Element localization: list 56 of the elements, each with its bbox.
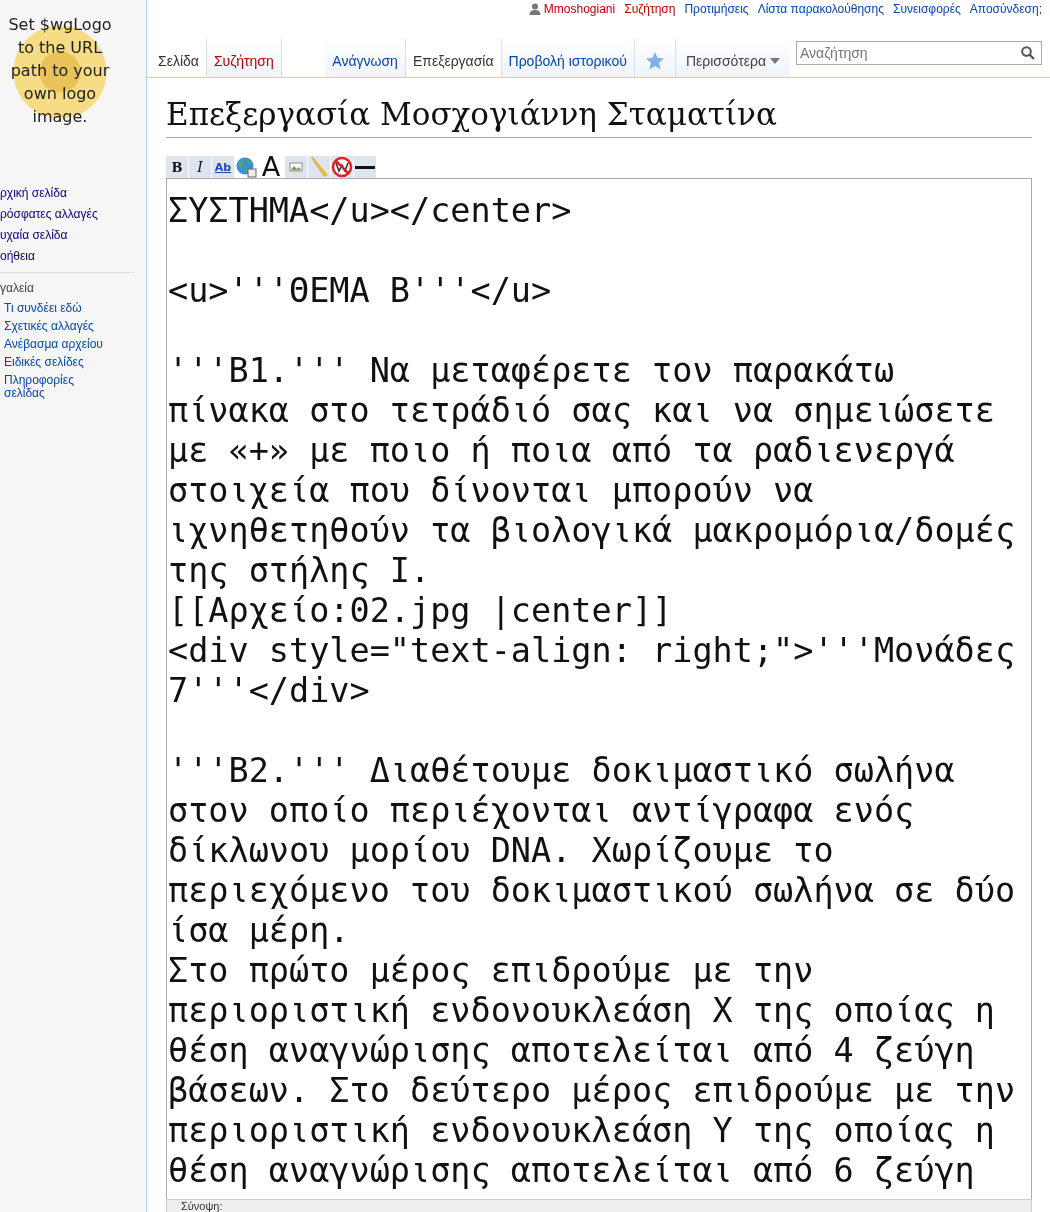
code-line: 7'''</div> xyxy=(168,671,371,711)
code-line: θέση αναγνώρισης αποτελείται από 4 ζεύγη xyxy=(168,1031,976,1071)
code-line: στοιχεία που δίνονται μπορούν να xyxy=(168,471,815,511)
code-line: περιεχόμενο του δοκιμαστικού σωλήνα σε δύο xyxy=(168,871,1017,911)
user-menu-link[interactable]: Συνεισφορές xyxy=(892,2,961,16)
view-tab[interactable]: Ανάγνωση xyxy=(325,39,406,77)
code-line: [[Αρχείο:02.jpg |center]] xyxy=(168,591,674,631)
user-menu-link[interactable]: Αποσύνδεση; xyxy=(969,2,1042,16)
code-line: <u>'''ΘΕΜΑ Β'''</u> xyxy=(168,271,553,311)
sidebar-link[interactable]: Ειδικές σελίδες xyxy=(0,356,114,369)
user-menu-link[interactable]: Mmoshogiani xyxy=(543,2,616,16)
caret-icon xyxy=(770,58,780,64)
code-line: στον οποίο περιέχονται αντίγραφα ενός xyxy=(168,791,916,831)
code-line: <div style="text-align: right;">'''Μονάδες xyxy=(168,631,1017,671)
code-line: '''Β1.''' Να μεταφέρετε τον παρακάτω xyxy=(168,351,896,391)
sidebar-link[interactable]: ρχική σελίδα xyxy=(0,185,134,201)
search-field[interactable]: Αναζήτηση xyxy=(796,41,1042,65)
globe-icon[interactable] xyxy=(235,156,257,178)
code-line: βάσεων. Στο δεύτερο μέρος επιδρούμε με την xyxy=(168,1071,1017,1111)
no-wiki-icon[interactable] xyxy=(331,156,353,178)
logo-text: Set $wgLogo to the URL path to your own logo image. xyxy=(7,13,113,128)
headline-button[interactable]: A xyxy=(258,156,284,178)
sidebar-link[interactable]: Τι συνδέει εδώ xyxy=(0,302,114,315)
page-tab[interactable]: Συζήτηση xyxy=(206,39,282,77)
link-button[interactable]: Ab xyxy=(212,156,234,178)
page-title: Επεξεργασία Μοσχογιάννη Σταματίνα xyxy=(166,96,1032,138)
user-menu-link[interactable]: Προτιμήσεις xyxy=(684,2,749,16)
bold-button[interactable]: B xyxy=(166,156,188,178)
sidebar-link[interactable]: Σχετικές αλλαγές xyxy=(0,320,114,333)
code-line: περιοριστική ενδονουκλεάση Χ της οποίας η xyxy=(168,991,996,1031)
code-line: ΣΥΣΤΗΜΑ</u></center> xyxy=(168,191,573,231)
view-tab[interactable]: Προβολή ιστορικού xyxy=(501,39,635,77)
code-line: περιοριστική ενδονουκλεάση Υ της οποίας η xyxy=(168,1111,996,1151)
user-menu-link[interactable]: Λίστα παρακολούθησης xyxy=(757,2,884,16)
sidebar-link[interactable]: Πληροφορίες σελίδας xyxy=(0,374,114,400)
user-icon xyxy=(528,3,541,15)
sidebar-heading: γαλεία xyxy=(0,281,35,295)
star-icon[interactable] xyxy=(644,51,665,71)
code-line: με «+» με ποιο ή ποια από τα ραδιενεργά xyxy=(168,431,956,471)
summary-label: Σύνοψη: xyxy=(181,1200,223,1212)
code-line: Στο πρώτο μέρος επιδρούμε με την xyxy=(168,951,815,991)
image-icon[interactable] xyxy=(285,156,307,178)
sidebar-link[interactable]: οήθεια xyxy=(0,248,134,264)
code-line: ιχνηθετηθούν τα βιολογικά μακρομόρια/δομές xyxy=(168,511,1017,551)
sidebar-link[interactable]: υχαία σελίδα xyxy=(0,227,134,243)
code-line: της στήλης Ι. xyxy=(168,551,432,591)
code-line: ίσα μέρη. xyxy=(168,911,351,951)
code-line: πίνακα στο τετράδιό σας και να σημειώσετε xyxy=(168,391,996,431)
search-icon[interactable] xyxy=(1021,46,1035,60)
code-line: '''Β2.''' Διαθέτουμε δοκιμαστικό σωλήνα xyxy=(168,751,956,791)
sidebar-link[interactable]: Ανέβασμα αρχείου xyxy=(0,338,114,351)
code-line: δίκλωνου μορίου DNA. Χωρίζουμε το xyxy=(168,831,835,871)
sidebar-link[interactable]: ρόσφατες αλλαγές xyxy=(0,206,134,222)
code-line: θέση αναγνώρισης αποτελείται από 6 ζεύγη xyxy=(168,1151,976,1191)
user-menu-link[interactable]: Συζήτηση xyxy=(624,2,676,16)
italic-button[interactable]: I xyxy=(189,156,211,178)
